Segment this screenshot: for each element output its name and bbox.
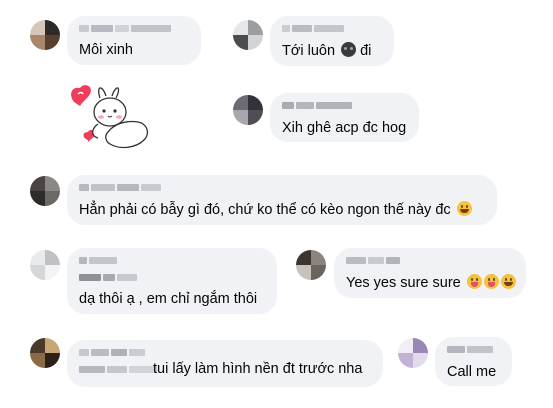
comment-text: Môi xinh [79, 42, 133, 58]
comment-text: tui lấy làm hình nền đt trước nha [153, 361, 363, 377]
comment-text-after: đi [360, 43, 372, 59]
comment-text: dạ thôi ạ , em chỉ ngắm thôi [79, 291, 258, 307]
blurred-author-name[interactable] [282, 100, 352, 110]
avatar[interactable] [398, 338, 428, 368]
avatar[interactable] [30, 338, 60, 368]
comment-text: Hẳn phải có bẫy gì đó, chứ ko thể có kèo… [79, 201, 472, 219]
blurred-author-name[interactable] [79, 364, 157, 374]
comment-bubble: dạ thôi ạ , em chỉ ngắm thôi [67, 248, 277, 314]
blurred-author-name[interactable] [282, 23, 344, 33]
comment-bubble: Xih ghê acp đc hog [270, 93, 419, 142]
avatar[interactable] [233, 95, 263, 125]
comment-bubble: tui lấy làm hình nền đt trước nha [67, 340, 383, 387]
avatar[interactable] [30, 176, 60, 206]
comment-text: Call me [447, 364, 497, 380]
blurred-author-name[interactable] [79, 347, 145, 357]
comment-bubble: Hẳn phải có bẫy gì đó, chứ ko thể có kèo… [67, 175, 497, 225]
comment-text-body: Yes yes sure sure [346, 275, 461, 291]
comment-bubble: Call me [435, 337, 512, 386]
comment-text: Yes yes sure sure [346, 274, 516, 292]
comment-text: Xih ghê acp đc hog [282, 120, 407, 136]
bunny-hearts-sticker[interactable] [68, 80, 152, 154]
avatar[interactable] [233, 20, 263, 50]
blurred-author-name[interactable] [79, 272, 137, 282]
comment-text: Tới luôn đi [282, 42, 371, 60]
blurred-author-name[interactable] [79, 182, 161, 192]
avatar[interactable] [296, 250, 326, 280]
dark-face-emoji [341, 42, 357, 57]
comment-bubble: Tới luôn đi [270, 16, 394, 66]
grin-emoji [456, 201, 472, 216]
grin-emoji [500, 274, 516, 289]
avatar[interactable] [30, 250, 60, 280]
tongue-emoji [483, 274, 499, 289]
tongue-emoji [466, 274, 482, 289]
comment-text-before: Tới luôn [282, 43, 336, 59]
comment-bubble: Môi xinh [67, 16, 201, 65]
comment-text-body: Hẳn phải có bẫy gì đó, chứ ko thể có kèo… [79, 202, 451, 218]
blurred-author-name[interactable] [346, 255, 400, 265]
blurred-author-name[interactable] [79, 23, 171, 33]
blurred-author-name[interactable] [447, 344, 493, 354]
blurred-author-name[interactable] [79, 255, 117, 265]
comment-bubble: Yes yes sure sure [334, 248, 526, 298]
avatar[interactable] [30, 20, 60, 50]
